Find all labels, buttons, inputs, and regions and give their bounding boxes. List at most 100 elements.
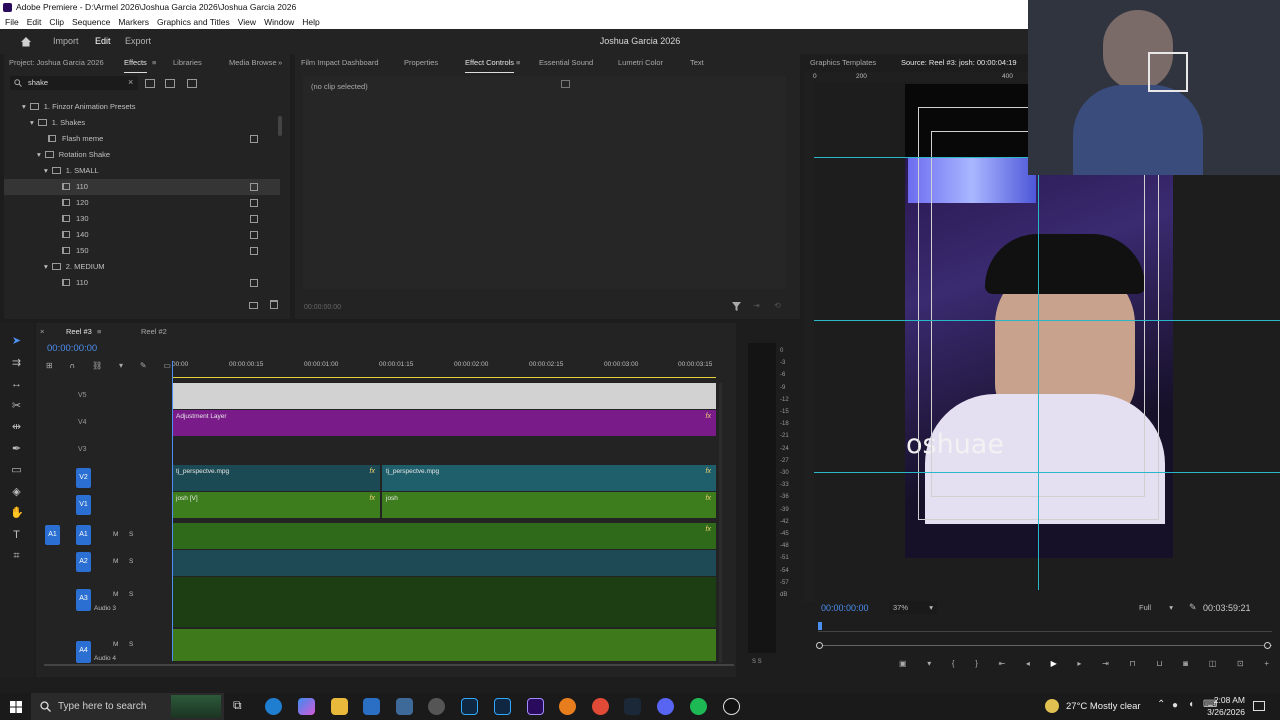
tree-item[interactable]: ▾ 1. Finzor Animation Presets (4, 99, 280, 115)
clip-a4[interactable] (172, 629, 716, 661)
volume-icon[interactable]: ◖ (1188, 699, 1194, 710)
export-frame-icon[interactable]: ◙ (1183, 659, 1188, 668)
tab-import[interactable]: Import (53, 29, 79, 54)
menu-help[interactable]: Help (302, 15, 319, 29)
tree-item[interactable]: 120 (4, 195, 280, 211)
resolution-dropdown[interactable]: Full ▾ (1135, 601, 1177, 614)
tab-lumetri-color[interactable]: Lumetri Color (618, 54, 663, 72)
mark-in-icon[interactable]: { (952, 659, 955, 668)
menu-sequence[interactable]: Sequence (72, 15, 110, 29)
home-icon[interactable] (20, 36, 32, 47)
solo-button[interactable]: S (129, 558, 133, 565)
zoom-dropdown[interactable]: 37% ▾ (889, 601, 937, 614)
program-timecode[interactable]: 00:00:00:00 (821, 603, 869, 613)
clip-v5[interactable] (172, 383, 716, 409)
marker-icon[interactable]: ▾ (927, 659, 931, 668)
zoom-scrollbar[interactable] (818, 645, 1272, 646)
clip-a2[interactable] (172, 550, 716, 576)
tab-media-browser[interactable]: Media Browse (229, 54, 277, 72)
notifications-icon[interactable] (1253, 701, 1265, 711)
horizontal-scrollbar[interactable] (44, 664, 734, 666)
weather-text[interactable]: 27°C Mostly clear (1066, 701, 1141, 712)
clear-search-icon[interactable]: × (128, 77, 133, 87)
razor-tool-icon[interactable]: ✂ (10, 400, 23, 413)
mute-button[interactable]: M (113, 558, 118, 565)
export-icon[interactable]: ⇥ (753, 301, 760, 310)
more-tabs-icon[interactable]: » (278, 54, 282, 72)
clock-date[interactable]: 3/26/2026 (1201, 707, 1245, 717)
settings-wrench-icon[interactable]: ✎ (1189, 602, 1197, 613)
tree-item[interactable]: ▾ 1. SMALL (4, 163, 280, 179)
zoom-handle-right[interactable] (1264, 642, 1271, 649)
32bit-filter-icon[interactable] (165, 79, 175, 88)
tab-graphics-templates[interactable]: Graphics Templates (810, 54, 876, 72)
file-explorer-icon[interactable] (331, 698, 348, 715)
close-tab-icon[interactable]: × (40, 323, 44, 341)
menu-icon[interactable]: ≡ (516, 54, 520, 72)
ripple-edit-tool-icon[interactable]: ↔ (10, 378, 23, 391)
tree-item[interactable]: Flash meme (4, 131, 280, 147)
mute-button[interactable]: M (113, 531, 118, 538)
clip-a1[interactable]: fx (172, 523, 716, 549)
loop-icon[interactable]: ⟲ (774, 301, 781, 310)
premiere-icon[interactable] (527, 698, 544, 715)
tab-export[interactable]: Export (125, 29, 151, 54)
solo-button[interactable]: S (129, 591, 133, 598)
track-select-tool-icon[interactable]: ⇉ (10, 357, 23, 370)
nest-icon[interactable]: ⊞ (46, 361, 53, 370)
menu-clip[interactable]: Clip (49, 15, 64, 29)
compare-icon[interactable]: ◫ (1209, 659, 1217, 668)
add-button-icon[interactable]: + (1264, 659, 1269, 668)
tab-text[interactable]: Text (690, 54, 704, 72)
program-mini-timeline[interactable] (818, 622, 1272, 632)
yuv-filter-icon[interactable] (187, 79, 197, 88)
clock-time[interactable]: 2:08 AM (1207, 695, 1245, 705)
tree-item[interactable]: 140 (4, 227, 280, 243)
scrollbar[interactable] (278, 116, 282, 136)
vertical-scrollbar[interactable] (719, 383, 722, 663)
taskbar-search-box[interactable]: Type here to search (31, 693, 224, 720)
spotify-icon[interactable] (690, 698, 707, 715)
clip-v2-a[interactable]: tj_perspectve.mpg fx (172, 465, 380, 491)
chrome-icon[interactable] (592, 698, 609, 715)
mute-button[interactable]: M (113, 591, 118, 598)
step-back-icon[interactable]: ◂ (1026, 659, 1030, 668)
weather-icon[interactable] (1045, 699, 1059, 713)
tab-film-impact[interactable]: Film Impact Dashboard (301, 54, 379, 72)
menu-icon[interactable]: ≡ (97, 323, 101, 341)
microphone-icon[interactable]: ● (1172, 700, 1178, 711)
edge-icon[interactable] (265, 698, 282, 715)
trash-icon[interactable] (270, 300, 278, 309)
tree-item[interactable]: ▾ Rotation Shake (4, 147, 280, 163)
zoom-handle-left[interactable] (816, 642, 823, 649)
accelerated-filter-icon[interactable] (145, 79, 155, 88)
clip-adjustment-layer[interactable]: Adjustment Layer fx (172, 410, 716, 436)
menu-file[interactable]: File (5, 15, 19, 29)
tab-project[interactable]: Project: Joshua Garcia 2026 (9, 54, 104, 72)
mark-out-icon[interactable]: } (975, 659, 978, 668)
tree-item[interactable]: 110 (4, 275, 280, 291)
tab-reel-2[interactable]: Reel #2 (141, 323, 167, 341)
guide-line[interactable] (814, 320, 1280, 321)
tab-essential-sound[interactable]: Essential Sound (539, 54, 593, 72)
step-forward-icon[interactable]: ▸ (1077, 659, 1081, 668)
guide-line[interactable] (814, 472, 1280, 473)
settings-wrench-icon[interactable]: ✎ (140, 361, 147, 370)
slip-tool-icon[interactable]: ⇹ (10, 421, 23, 434)
tree-item-selected[interactable]: 110 (4, 179, 280, 195)
tab-effects[interactable]: Effects (124, 54, 147, 73)
tab-source[interactable]: Source: Reel #3: josh: 00:00:04:19 (901, 54, 1017, 72)
pen-tool-icon[interactable]: ✒ (10, 443, 23, 456)
mute-button[interactable]: M (113, 641, 118, 648)
add-marker-icon[interactable]: ▾ (119, 361, 123, 370)
toggle-timeline-icon[interactable] (561, 80, 570, 88)
photoshop-icon[interactable] (461, 698, 478, 715)
remix-tool-icon[interactable]: ◈ (10, 486, 23, 499)
track-target-a2[interactable]: A2 (76, 552, 91, 572)
menu-window[interactable]: Window (264, 15, 294, 29)
extract-icon[interactable]: ⊔ (1156, 659, 1162, 668)
tree-item[interactable]: 150 (4, 243, 280, 259)
track-target-a1[interactable]: A1 (76, 525, 91, 545)
captions-icon[interactable]: ▭ (163, 361, 171, 370)
time-ruler[interactable]: 00:00 00:00:00:15 00:00:01:00 00:00:01:1… (172, 359, 718, 378)
